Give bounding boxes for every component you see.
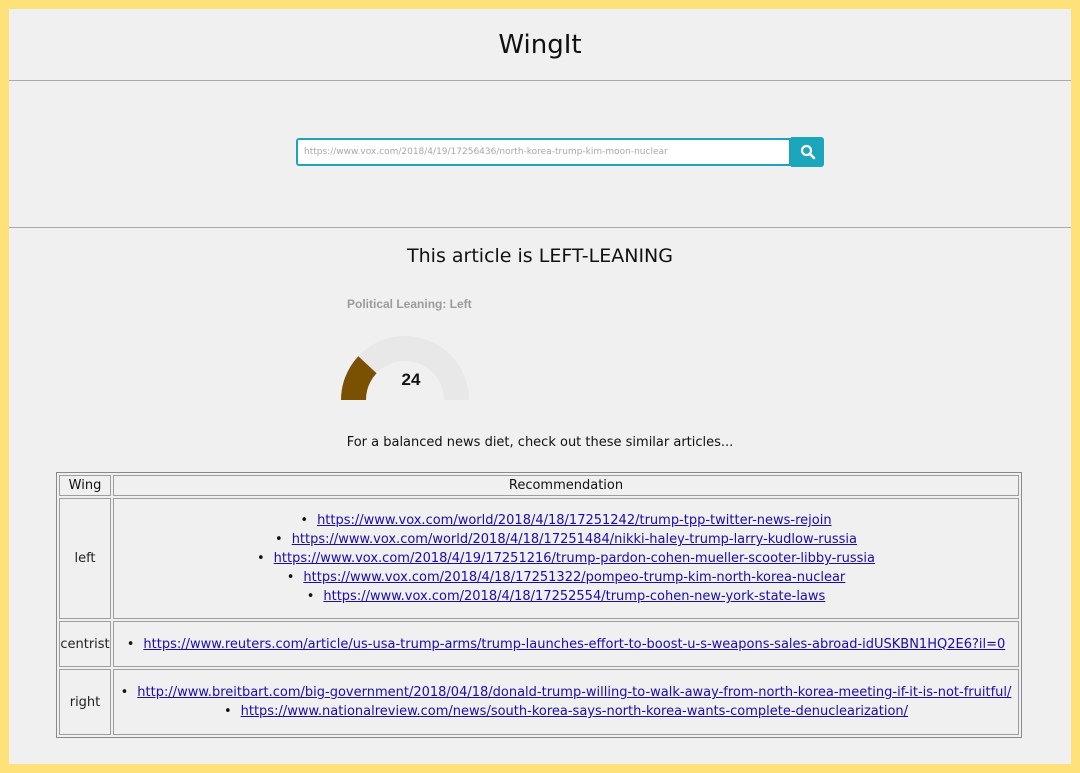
recommendation-column-header: Recommendation [113,475,1019,496]
gauge-title: Political Leaning: Left [347,297,472,311]
wing-cell: right [59,669,111,735]
table-row-left: left https://www.vox.com/world/2018/4/18… [59,498,1019,619]
wing-cell: left [59,498,111,619]
political-leaning-gauge [341,336,469,400]
app-frame: WingIt This article is LEFT-LEANING Poli… [9,9,1071,764]
recommendation-table: Wing Recommendation left https://www.vox… [56,472,1022,738]
list-item: https://www.vox.com/2018/4/18/17252554/t… [114,587,1018,606]
link-list: http://www.breitbart.com/big-government/… [114,683,1018,721]
article-link[interactable]: https://www.reuters.com/article/us-usa-t… [143,637,1005,652]
list-item: https://www.vox.com/world/2018/4/18/1725… [114,511,1018,530]
list-item: https://www.vox.com/world/2018/4/18/1725… [114,530,1018,549]
list-item: https://www.vox.com/2018/4/18/17251322/p… [114,568,1018,587]
list-item: https://www.vox.com/2018/4/19/17251216/t… [114,549,1018,568]
wing-cell: centrist [59,621,111,667]
search-icon [800,144,815,160]
table-header-row: Wing Recommendation [59,475,1019,496]
article-link[interactable]: http://www.breitbart.com/big-government/… [137,685,1011,700]
app-header: WingIt [9,9,1071,81]
link-list: https://www.vox.com/world/2018/4/18/1725… [114,511,1018,606]
article-link[interactable]: https://www.vox.com/world/2018/4/18/1725… [317,513,832,528]
search-section [9,81,1071,228]
search-bar [296,137,824,167]
result-headline: This article is LEFT-LEANING [407,245,673,267]
link-list: https://www.reuters.com/article/us-usa-t… [114,635,1018,654]
app-title: WingIt [498,29,582,60]
article-link[interactable]: https://www.vox.com/2018/4/19/17251216/t… [274,551,875,566]
recommendation-intro: For a balanced news diet, check out thes… [346,435,734,450]
recommendation-cell: https://www.vox.com/world/2018/4/18/1725… [113,498,1019,619]
gauge-value: 24 [401,370,421,389]
table-row-right: right http://www.breitbart.com/big-gover… [59,669,1019,735]
recommendation-cell: http://www.breitbart.com/big-government/… [113,669,1019,735]
list-item: https://www.reuters.com/article/us-usa-t… [114,635,1018,654]
article-link[interactable]: https://www.vox.com/2018/4/18/17252554/t… [323,589,825,604]
url-search-input[interactable] [296,138,791,166]
article-link[interactable]: https://www.vox.com/2018/4/18/17251322/p… [303,570,845,585]
article-link[interactable]: https://www.vox.com/world/2018/4/18/1725… [292,532,857,547]
search-button[interactable] [791,137,824,167]
article-link[interactable]: https://www.nationalreview.com/news/sout… [241,704,908,719]
wing-column-header: Wing [59,475,111,496]
table-row-centrist: centrist https://www.reuters.com/article… [59,621,1019,667]
recommendation-cell: https://www.reuters.com/article/us-usa-t… [113,621,1019,667]
list-item: http://www.breitbart.com/big-government/… [114,683,1018,702]
list-item: https://www.nationalreview.com/news/sout… [114,702,1018,721]
